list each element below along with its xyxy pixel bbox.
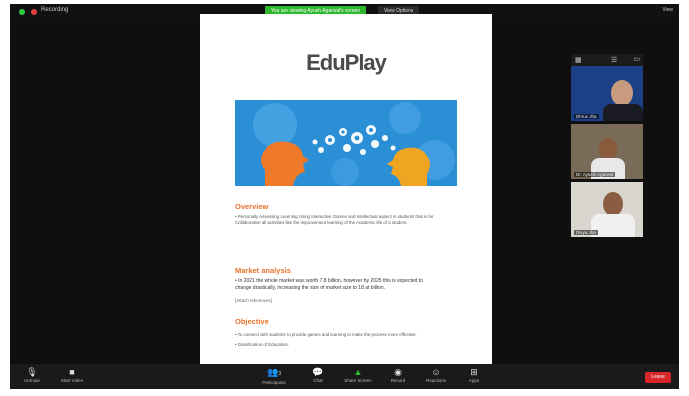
participant-gallery: ▦ ☰ ▭ Dhruv Jha Dr. Ayushi Agarwal Divya… [571, 54, 643, 240]
record-button[interactable]: ◉ Record [378, 367, 418, 383]
meeting-toolbar: 🎙 Unmute ■ Start Video 👥3 Participants 💬… [10, 364, 679, 389]
unmute-button[interactable]: 🎙 Unmute [12, 367, 52, 383]
speaker-view-icon[interactable]: ☰ [611, 56, 617, 64]
reactions-button[interactable]: ☺ Reactions [416, 367, 456, 383]
shield-icon[interactable] [19, 9, 25, 15]
microphone-muted-icon: 🎙 [26, 367, 38, 377]
grid-icon[interactable]: ▦ [575, 56, 582, 64]
chat-button[interactable]: 💬 Chat [298, 367, 338, 383]
participant-name: Dhruv Jha [574, 114, 599, 119]
apps-icon: ⊞ [470, 367, 478, 377]
apps-button[interactable]: ⊞ Apps [454, 367, 494, 383]
leave-button[interactable]: Leave [645, 372, 671, 383]
share-screen-icon: ▲ [353, 367, 363, 377]
avatar [603, 192, 623, 216]
shared-document: EduPlay Overview • Personally Assessing … [200, 14, 492, 366]
participant-tile-dhruv-jha[interactable]: Dhruv Jha [571, 66, 643, 121]
meeting-label: Recording [41, 7, 69, 13]
gallery-header: ▦ ☰ ▭ [571, 54, 643, 66]
share-screen-button[interactable]: ▲ Share Screen [338, 367, 378, 383]
zoom-window: Recording You are viewing Ayush Agarwal'… [10, 4, 679, 389]
record-icon: ◉ [394, 367, 402, 377]
avatar [599, 138, 617, 160]
avatar [611, 80, 633, 106]
chat-icon: 💬 [312, 367, 324, 377]
section-heading-overview: Overview [235, 202, 269, 211]
banner-illustration [235, 100, 457, 186]
minimize-icon[interactable]: ▭ [633, 55, 640, 63]
section-text-market-analysis: • In 2021 the whole market was worth 7.8… [235, 278, 423, 303]
participants-icon: 👥3 [267, 367, 281, 377]
reactions-icon: ☺ [431, 367, 441, 377]
participant-tile-ayushi-agarwal[interactable]: Dr. Ayushi Agarwal [571, 124, 643, 179]
document-logo: EduPlay [306, 50, 387, 75]
participant-tile-divya-jha[interactable]: Divya Jha [571, 182, 643, 237]
section-heading-objective: Objective [235, 317, 269, 326]
avatar-shoulders [603, 104, 643, 121]
participant-name: Divya Jha [574, 230, 598, 235]
recording-icon [31, 9, 37, 15]
section-heading-market-analysis: Market analysis [235, 266, 291, 275]
video-camera-icon: ■ [69, 367, 75, 377]
participants-button[interactable]: 👥3 Participants [254, 367, 294, 385]
view-button[interactable]: View [662, 7, 673, 13]
start-video-button[interactable]: ■ Start Video [52, 367, 92, 383]
participant-name: Dr. Ayushi Agarwal [574, 172, 616, 177]
section-text-overview: • Personally Assessing Learning Using In… [235, 214, 434, 225]
section-text-objective: • To connect with students to provide ga… [235, 332, 417, 347]
